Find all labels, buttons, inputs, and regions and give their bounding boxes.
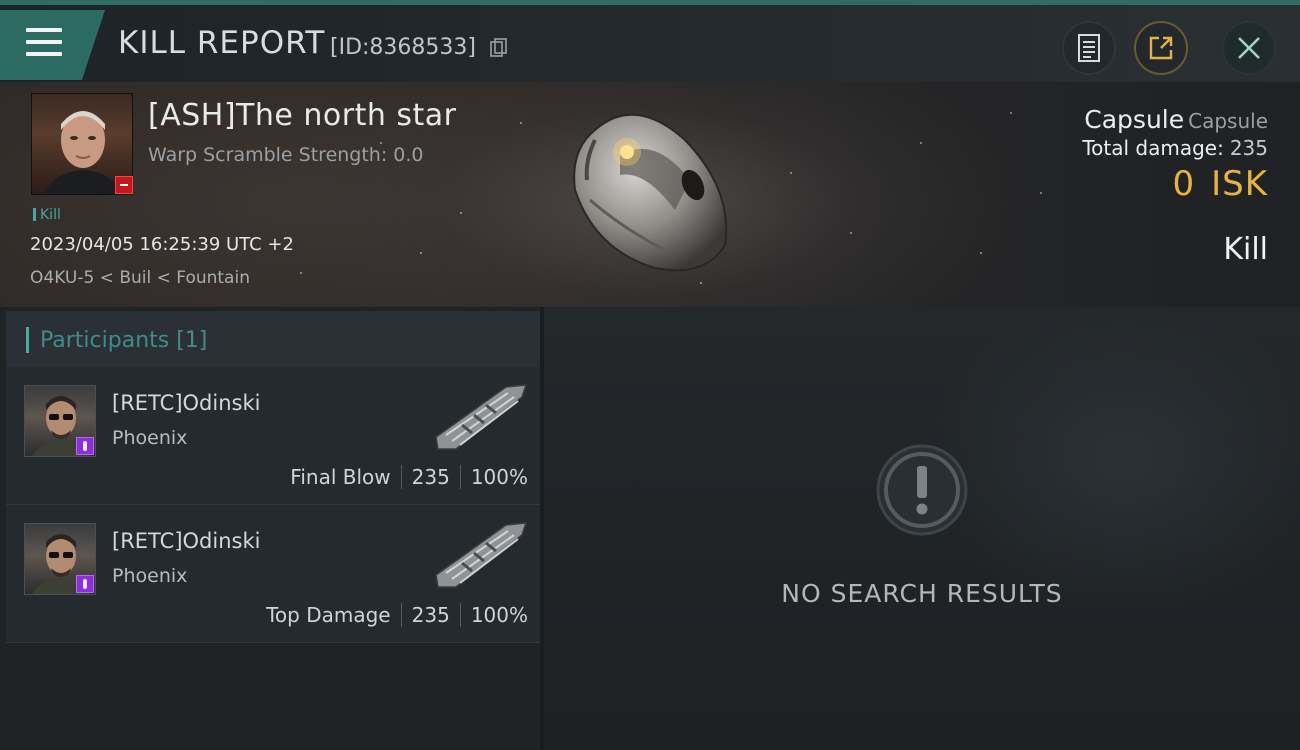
participant-ship: Phoenix (112, 565, 188, 587)
share-external-icon (1149, 36, 1173, 60)
ship-name[interactable]: Capsule (1084, 105, 1184, 134)
page-title: KILL REPORT (118, 25, 326, 61)
corp-badge-icon (76, 575, 94, 593)
result-label: Kill (1223, 232, 1268, 267)
title-bar: KILL REPORT [ID:8368533] (0, 0, 1300, 82)
participant-percent: 100% (470, 603, 528, 627)
ship-summary: Capsule Capsule Total damage: 235 0 ISK Kil… (1082, 105, 1268, 267)
copy-icon[interactable] (490, 38, 508, 58)
ship-class: Capsule (1188, 109, 1268, 133)
loss-badge-icon (115, 176, 133, 194)
participant-name[interactable]: [RETC]Odinski (112, 391, 260, 415)
share-button[interactable] (1134, 21, 1188, 75)
participants-header: Participants [1] (6, 311, 540, 369)
avatar[interactable] (24, 385, 96, 457)
results-panel: NO SEARCH RESULTS (544, 307, 1300, 750)
participants-title: Participants [1] (40, 328, 208, 353)
participant-row[interactable]: [RETC]Odinski Phoenix Final Blow 235 100… (6, 367, 540, 505)
total-damage-label: Total damage: (1082, 136, 1224, 160)
kill-tag: Kill (33, 207, 61, 223)
participant-name[interactable]: [RETC]Odinski (112, 529, 260, 553)
participant-percent: 100% (470, 465, 528, 489)
isk-value: 0 (1172, 164, 1196, 204)
document-icon (1078, 34, 1100, 62)
kill-datetime: 2023/04/05 16:25:39 UTC +2 (30, 234, 294, 255)
close-icon (1238, 37, 1260, 59)
no-results-message: NO SEARCH RESULTS (781, 579, 1063, 608)
total-damage-value: 235 (1229, 136, 1268, 160)
participant-row[interactable]: [RETC]Odinski Phoenix Top Damage 235 100… (6, 505, 540, 643)
exclamation-circle-icon (876, 444, 968, 536)
warp-scramble-strength: Warp Scramble Strength: 0.0 (148, 144, 424, 166)
participants-panel: Participants [1] [RETC]Odinski Phoenix F… (0, 307, 540, 750)
report-id: [ID:8368533] (330, 35, 476, 60)
phoenix-ship-image (435, 384, 528, 450)
phoenix-ship-image (435, 522, 528, 588)
participant-damage: 235 (411, 603, 450, 627)
hamburger-menu-icon (26, 28, 62, 64)
isk-unit: ISK (1211, 164, 1268, 204)
corp-badge-icon (76, 437, 94, 455)
menu-button[interactable] (0, 10, 105, 80)
avatar[interactable] (24, 523, 96, 595)
participant-role: Final Blow (290, 465, 391, 489)
close-button[interactable] (1222, 21, 1276, 75)
document-button[interactable] (1062, 21, 1116, 75)
participant-ship: Phoenix (112, 427, 188, 449)
participant-role: Top Damage (266, 603, 391, 627)
participant-damage: 235 (411, 465, 450, 489)
participant-stats: Top Damage 235 100% (266, 603, 528, 627)
victim-name[interactable]: [ASH]The north star (148, 98, 457, 133)
kill-location[interactable]: O4KU-5 < Buil < Fountain (30, 268, 250, 288)
participant-stats: Final Blow 235 100% (290, 465, 528, 489)
capsule-ship-image (573, 113, 728, 272)
